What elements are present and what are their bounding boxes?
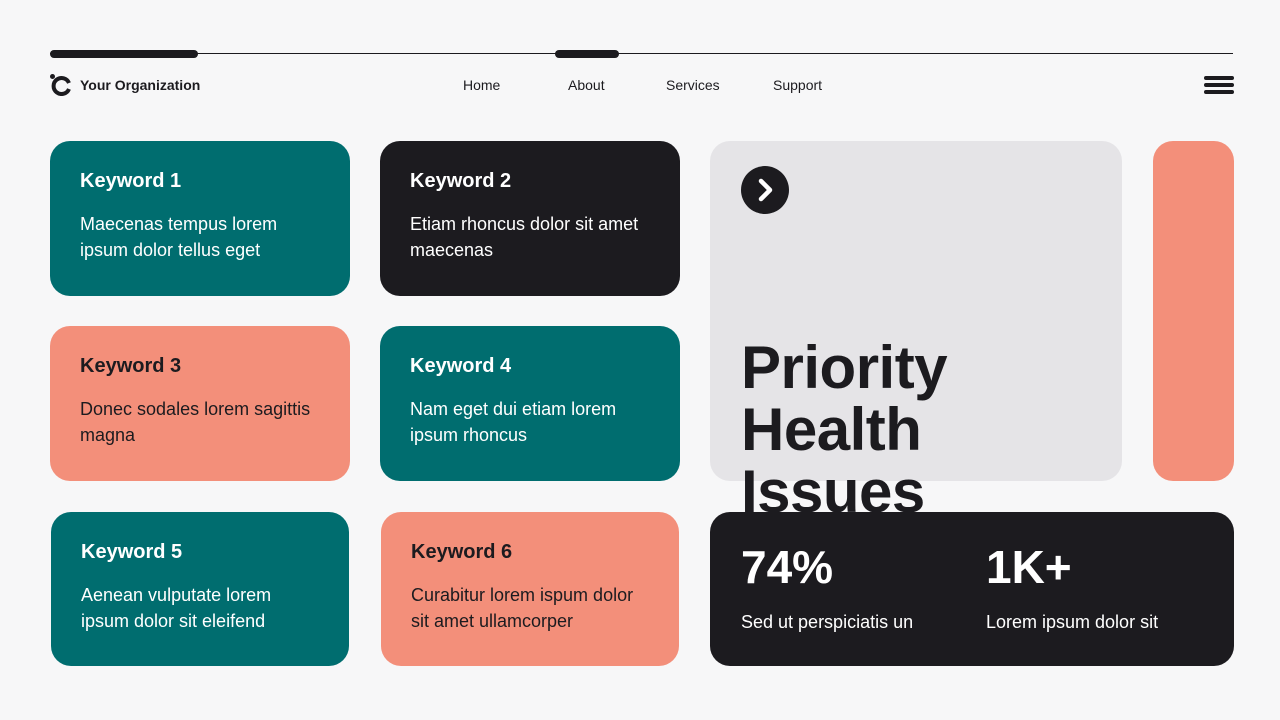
nav-support[interactable]: Support <box>773 77 822 93</box>
stat-value: 74% <box>741 541 834 593</box>
card-title: Keyword 2 <box>410 170 512 192</box>
keyword-card-1[interactable]: Keyword 1 Maecenas tempus lorem ipsum do… <box>50 141 350 296</box>
keyword-card-5[interactable]: Keyword 5 Aenean vulputate lorem ipsum d… <box>51 512 349 666</box>
feature-card: Priority Health Issues <box>710 141 1122 523</box>
stat-2: 1K+ Lorem ipsum dolor sit <box>986 542 1158 634</box>
stats-panel: 74% Sed ut perspiciatis un 1K+ Lorem ips… <box>710 512 1234 666</box>
feature-title-line-2: Health Issues <box>741 396 925 525</box>
keyword-card-2[interactable]: Keyword 2 Etiam rhoncus dolor sit amet m… <box>380 141 680 296</box>
hamburger-menu-icon[interactable] <box>1204 76 1234 96</box>
keyword-card-3[interactable]: Keyword 3 Donec sodales lorem sagittis m… <box>50 326 350 481</box>
card-title: Keyword 1 <box>80 170 182 192</box>
feature-title-line-1: Priority <box>741 334 948 401</box>
stat-label: Lorem ipsum dolor sit <box>986 612 1159 632</box>
nav-about[interactable]: About <box>568 77 605 93</box>
progress-indicator-active-nav <box>555 50 619 58</box>
stat-label: Sed ut perspiciatis un <box>741 612 914 632</box>
keyword-card-6[interactable]: Keyword 6 Curabitur lorem ispum dolor si… <box>381 512 679 666</box>
card-text: Donec sodales lorem sagittis magna <box>80 399 311 445</box>
card-title: Keyword 5 <box>81 541 183 563</box>
card-title: Keyword 6 <box>411 541 513 563</box>
card-text: Maecenas tempus lorem ipsum dolor tellus… <box>80 214 278 260</box>
next-slide-preview[interactable] <box>1153 141 1234 481</box>
progress-track <box>50 53 1233 54</box>
stat-value: 1K+ <box>986 541 1072 593</box>
feature-title: Priority Health Issues <box>741 337 1111 523</box>
card-text: Etiam rhoncus dolor sit amet maecenas <box>410 214 639 260</box>
stat-1: 74% Sed ut perspiciatis un <box>741 542 913 634</box>
card-text: Curabitur lorem ispum dolor sit amet ull… <box>411 585 634 631</box>
keyword-card-4[interactable]: Keyword 4 Nam eget dui etiam lorem ipsum… <box>380 326 680 481</box>
chevron-right-icon[interactable] <box>741 166 789 214</box>
nav-services[interactable]: Services <box>666 77 720 93</box>
nav-home[interactable]: Home <box>463 77 500 93</box>
card-title: Keyword 4 <box>410 355 512 377</box>
progress-indicator-primary <box>50 50 198 58</box>
card-text: Aenean vulputate lorem ipsum dolor sit e… <box>81 585 272 631</box>
main-nav: Home About Services Support <box>0 77 1280 97</box>
card-title: Keyword 3 <box>80 355 182 377</box>
card-text: Nam eget dui etiam lorem ipsum rhoncus <box>410 399 617 445</box>
